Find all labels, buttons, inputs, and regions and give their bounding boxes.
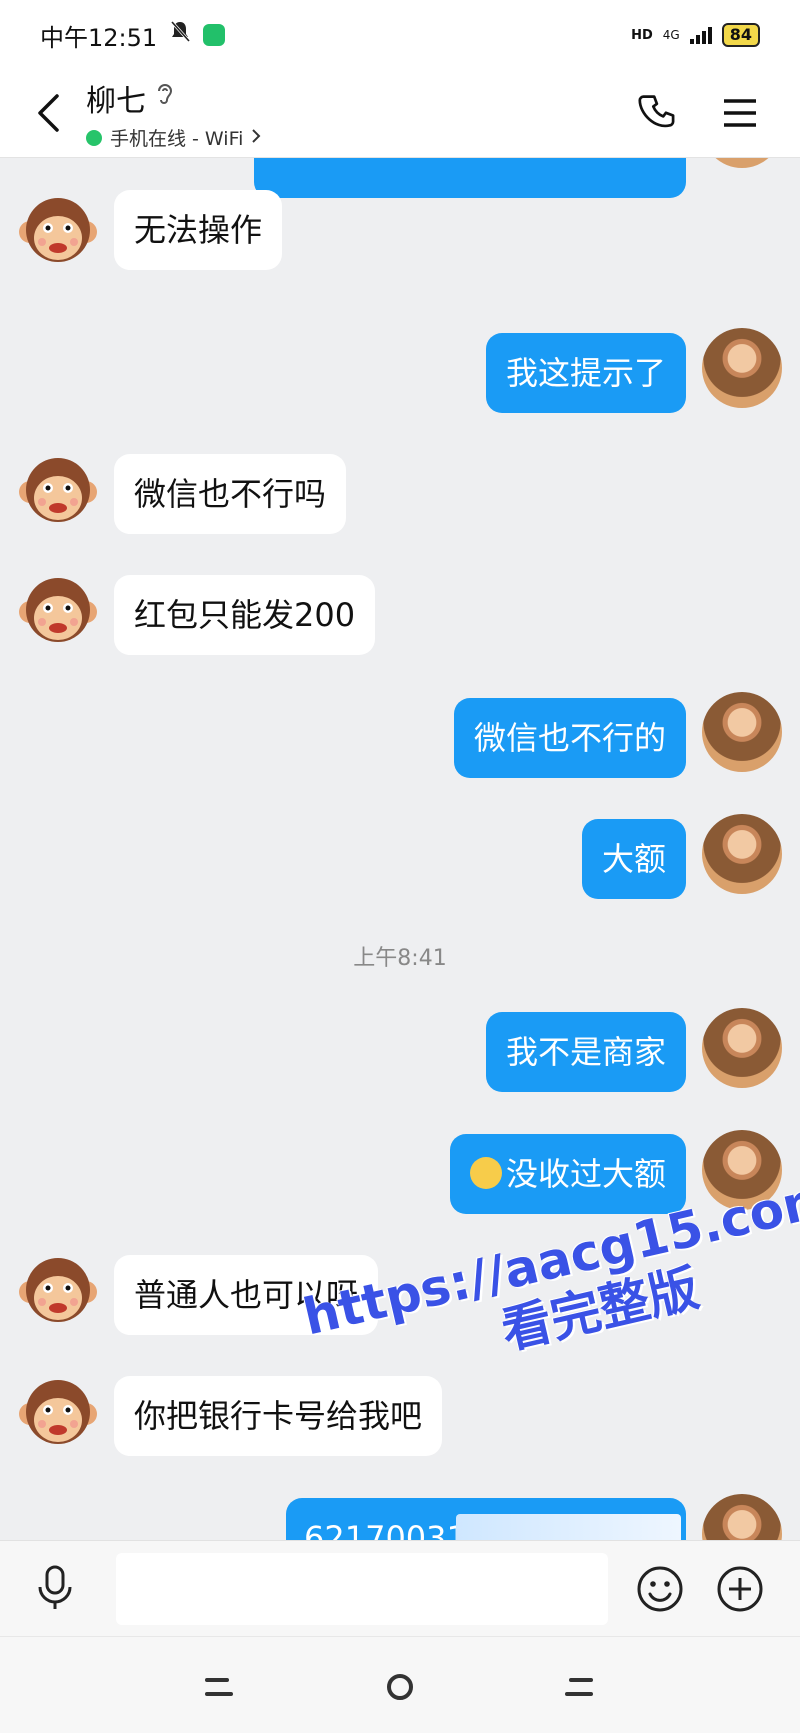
- message-timestamp: 上午8:41: [353, 946, 447, 971]
- presence-text: 手机在线 - WiFi: [110, 128, 244, 150]
- microphone-icon: [38, 1565, 72, 1609]
- voice-button[interactable]: [32, 1563, 78, 1613]
- message-bubble[interactable]: 无法操作: [114, 190, 283, 270]
- mute-bell-icon: [169, 20, 191, 50]
- ear-icon: [156, 82, 174, 114]
- chat-header: 柳七 手机在线 - WiFi: [0, 70, 800, 158]
- emoji-button[interactable]: [636, 1565, 684, 1613]
- status-time: 中午12:51: [40, 23, 158, 52]
- signal-icon: [689, 26, 712, 44]
- menu-icon: [724, 99, 756, 127]
- presence-status: 手机在线 - WiFi: [86, 124, 261, 151]
- emoji-icon: [637, 1566, 683, 1612]
- contact-avatar[interactable]: [18, 1250, 98, 1330]
- message-input[interactable]: [116, 1553, 608, 1625]
- message-bubble-emoji[interactable]: 没收过大额: [449, 1134, 686, 1214]
- back-arrow-icon: [38, 94, 59, 132]
- nav-back-button[interactable]: [560, 1667, 600, 1707]
- online-dot: [86, 129, 102, 146]
- my-avatar[interactable]: [702, 814, 782, 894]
- contact-name: 柳七: [86, 84, 146, 119]
- status-left: 中午12:51: [40, 18, 226, 53]
- my-avatar[interactable]: [702, 158, 782, 168]
- message-bubble[interactable]: 大额: [581, 819, 686, 899]
- battery-indicator: 84: [721, 23, 760, 47]
- message-text: 没收过大额: [505, 1155, 666, 1193]
- contact-avatar[interactable]: [18, 570, 98, 650]
- more-button[interactable]: [716, 1565, 764, 1613]
- my-avatar[interactable]: [702, 1008, 782, 1088]
- back-button[interactable]: [28, 88, 68, 138]
- chevron-right-icon: [251, 127, 261, 149]
- status-right: HD 4G 84: [631, 23, 760, 47]
- message-bubble[interactable]: 你把银行卡号给我吧: [114, 1376, 443, 1456]
- contact-title[interactable]: 柳七 手机在线 - WiFi: [86, 76, 261, 151]
- my-avatar[interactable]: [702, 692, 782, 772]
- plus-icon: [717, 1566, 763, 1612]
- header-actions: [636, 88, 762, 138]
- system-nav-bar: [0, 1636, 800, 1733]
- my-avatar[interactable]: [702, 328, 782, 408]
- message-bubble[interactable]: 微信也不行吗: [114, 454, 347, 534]
- contact-avatar[interactable]: [18, 1372, 98, 1452]
- message-bubble-card-number[interactable]: 62170031: [286, 1498, 686, 1540]
- status-bar: 中午12:51 HD 4G 84: [0, 0, 800, 70]
- network-type: 4G: [662, 28, 680, 42]
- message-bubble-partial[interactable]: [254, 158, 686, 198]
- input-bar: [0, 1540, 800, 1636]
- message-bubble[interactable]: 红包只能发200: [114, 575, 376, 655]
- contact-name-row: 柳七: [86, 76, 261, 120]
- phone-icon: [638, 95, 675, 128]
- hd-icon: HD: [631, 27, 653, 43]
- message-text: 62170031: [304, 1519, 467, 1540]
- call-button[interactable]: [636, 88, 680, 138]
- home-circle-icon: [387, 1674, 413, 1700]
- wechat-notification-icon: [203, 24, 226, 46]
- my-avatar[interactable]: [702, 1494, 782, 1540]
- message-bubble[interactable]: 我这提示了: [485, 333, 686, 413]
- message-bubble[interactable]: 我不是商家: [485, 1012, 686, 1092]
- contact-avatar[interactable]: [18, 190, 98, 270]
- nav-home-button[interactable]: [380, 1667, 420, 1707]
- contact-avatar[interactable]: [18, 450, 98, 530]
- message-bubble[interactable]: 微信也不行的: [453, 698, 686, 778]
- redacted-area: [456, 1514, 681, 1540]
- recents-icon: [205, 1678, 233, 1696]
- relieved-emoji-icon: [469, 1157, 502, 1189]
- nav-recents-button[interactable]: [198, 1667, 238, 1707]
- nav-back-icon: [565, 1678, 593, 1696]
- menu-button[interactable]: [718, 88, 762, 138]
